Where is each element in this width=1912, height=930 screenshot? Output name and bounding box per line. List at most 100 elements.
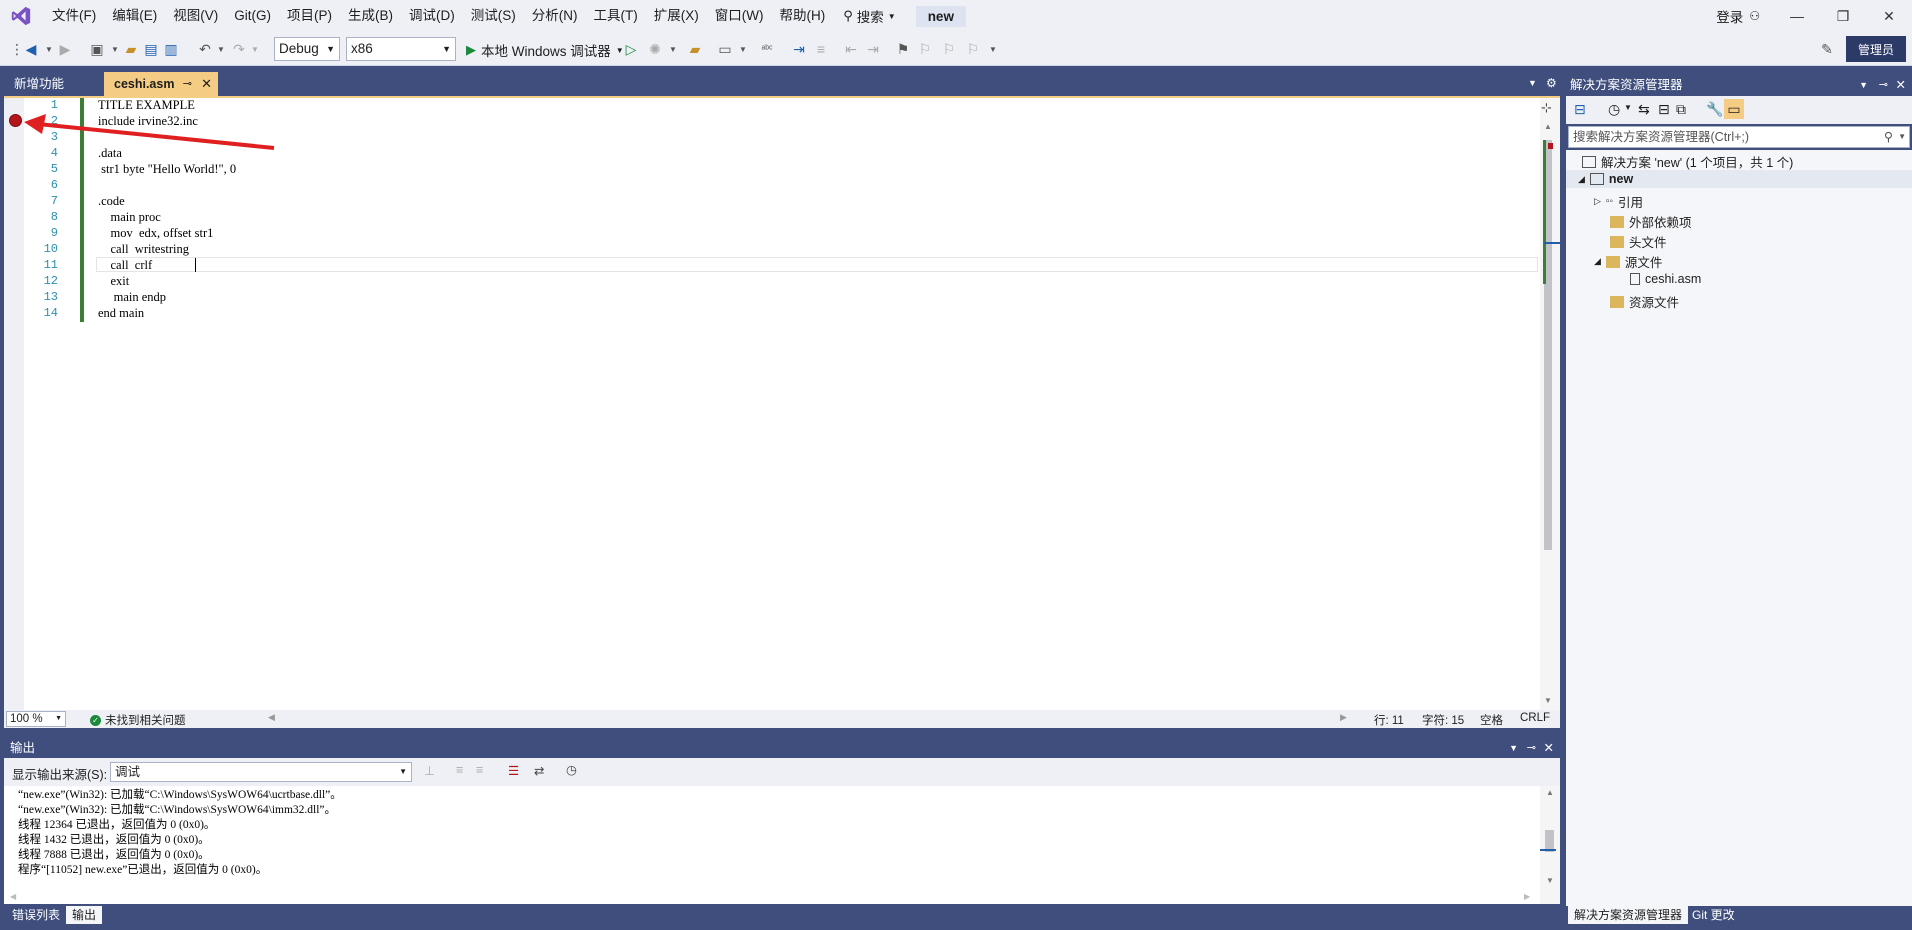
code-line[interactable]: str1 byte "Hello World!", 0 (98, 162, 236, 177)
tree-external-deps[interactable]: 外部依赖项 (1610, 212, 1692, 231)
menu-help[interactable]: 帮助(H) (771, 0, 833, 32)
new-project-icon[interactable]: ▣ (88, 40, 106, 58)
code-line[interactable]: call writestring (98, 242, 189, 257)
open-file-icon[interactable]: ▰ (122, 40, 140, 58)
previous-message-icon[interactable]: ≡ (456, 763, 463, 777)
navigate-back-icon[interactable]: ◀ (22, 40, 40, 58)
pending-changes-filter-icon[interactable]: ◷ (1608, 101, 1620, 118)
panel-menu-icon[interactable]: ▼ (1509, 738, 1518, 758)
switch-views-icon[interactable]: ⊟ (1574, 101, 1586, 118)
collapse-all-icon[interactable]: ⊟ (1658, 101, 1670, 118)
login-button[interactable]: 登录 ⚇ (1716, 6, 1760, 26)
tree-references[interactable]: ▷ ▫◦ 引用 (1594, 192, 1643, 211)
line-indicator[interactable]: 行: 11 (1374, 712, 1404, 728)
output-source-select[interactable]: 调试 ▼ (110, 762, 412, 782)
menu-project[interactable]: 项目(P) (279, 0, 340, 32)
tab-list-dropdown-icon[interactable]: ▼ (1528, 78, 1537, 88)
comment-icon[interactable]: ≡ (812, 40, 830, 58)
next-message-icon[interactable]: ≡ (476, 763, 483, 777)
find-message-icon[interactable]: ⊥ (424, 763, 435, 778)
output-scrollbar[interactable]: ▲ ▼ (1540, 786, 1560, 904)
menu-extensions[interactable]: 扩展(X) (646, 0, 707, 32)
menu-build[interactable]: 生成(B) (340, 0, 401, 32)
code-line[interactable]: main proc (98, 210, 161, 225)
menu-edit[interactable]: 编辑(E) (104, 0, 165, 32)
scroll-left-icon[interactable]: ◀ (10, 892, 16, 901)
feedback-icon[interactable]: ✎ (1818, 40, 1836, 58)
hot-reload-dropdown-icon[interactable]: ▼ (664, 40, 682, 58)
search-icon[interactable]: ⚲ (1884, 127, 1893, 147)
line-ending-indicator[interactable]: CRLF (1520, 712, 1550, 724)
spell-check-icon[interactable]: ᵃᵇᶜ (758, 40, 776, 58)
start-without-debugging-icon[interactable]: ▷ (622, 40, 640, 58)
redo-dropdown-icon[interactable]: ▼ (246, 40, 264, 58)
show-all-files-icon[interactable]: ⧉ (1676, 101, 1686, 118)
scroll-right-icon[interactable]: ▶ (1340, 712, 1347, 723)
tab-output[interactable]: 输出 (66, 906, 103, 924)
sync-icon[interactable]: ⇆ (1638, 101, 1650, 118)
scroll-left-icon[interactable]: ◀ (268, 712, 275, 723)
menu-file[interactable]: 文件(F) (44, 0, 104, 32)
clear-all-icon[interactable]: ☰ (508, 763, 519, 778)
previous-bookmark-icon[interactable]: ⚐ (916, 40, 934, 58)
step-into-icon[interactable]: ⇥ (790, 40, 808, 58)
search-button[interactable]: ⚲ 搜索 ▼ (833, 6, 905, 26)
browse-folder-icon[interactable]: ▰ (686, 40, 704, 58)
code-line[interactable]: main endp (98, 290, 166, 305)
configuration-select[interactable]: Debug ▼ (274, 37, 340, 61)
scroll-down-icon[interactable]: ▼ (1546, 876, 1554, 885)
code-line[interactable]: .code (98, 194, 125, 209)
pin-icon[interactable]: ⊸ (1527, 738, 1536, 758)
whitespace-indicator[interactable]: 空格 (1480, 712, 1503, 728)
pin-icon[interactable]: ⊸ (183, 72, 192, 96)
clear-bookmarks-icon[interactable]: ⚐ (964, 40, 982, 58)
code-line[interactable]: call crlf (98, 258, 153, 273)
preview-selected-icon[interactable]: ▭ (1724, 99, 1744, 119)
tab-solution-explorer[interactable]: 解决方案资源管理器 (1568, 906, 1689, 924)
toolbar-overflow-icon[interactable]: ▼ (984, 40, 1002, 58)
menu-debug[interactable]: 调试(D) (401, 0, 463, 32)
char-indicator[interactable]: 字符: 15 (1422, 712, 1464, 728)
save-icon[interactable]: ▤ (142, 40, 160, 58)
layout-dropdown-icon[interactable]: ▼ (734, 40, 752, 58)
properties-icon[interactable]: 🔧 (1706, 101, 1723, 118)
code-line[interactable]: exit (98, 274, 130, 289)
scroll-up-icon[interactable]: ▲ (1546, 788, 1554, 797)
word-wrap-icon[interactable]: ⇄ (534, 763, 544, 778)
start-debugging-button[interactable]: ▶ 本地 Windows 调试器 ▼ (466, 40, 624, 60)
tree-solution[interactable]: 解决方案 'new' (1 个项目，共 1 个) (1582, 152, 1793, 171)
menu-tools[interactable]: 工具(T) (586, 0, 646, 32)
split-editor-icon[interactable]: ⊹ (1541, 100, 1552, 116)
tab-git-changes[interactable]: Git 更改 (1686, 906, 1741, 924)
close-icon[interactable]: ✕ (1896, 74, 1906, 96)
restore-button[interactable]: ❐ (1820, 0, 1866, 32)
issues-indicator[interactable]: ✓ 未找到相关问题 (90, 712, 186, 728)
menu-git[interactable]: Git(G) (226, 0, 279, 32)
close-window-button[interactable]: ✕ (1866, 0, 1912, 32)
output-text-area[interactable]: “new.exe”(Win32): 已加载“C:\Windows\SysWOW6… (4, 786, 1560, 904)
code-editor[interactable] (4, 98, 1560, 710)
chevron-down-icon[interactable]: ▼ (1898, 127, 1906, 147)
close-icon[interactable]: ✕ (1544, 738, 1554, 758)
scroll-up-icon[interactable]: ▲ (1544, 122, 1552, 131)
code-line[interactable]: end main (98, 306, 144, 321)
tab-ceshi-asm[interactable]: ceshi.asm ⊸ ✕ (104, 72, 218, 96)
solution-search-input[interactable]: 搜索解决方案资源管理器(Ctrl+;) ⚲ ▼ (1568, 126, 1910, 148)
menu-view[interactable]: 视图(V) (165, 0, 226, 32)
zoom-select[interactable]: 100 % ▼ (6, 711, 66, 727)
tree-source-files[interactable]: ◢ 源文件 (1594, 252, 1662, 271)
panel-menu-icon[interactable]: ▼ (1859, 74, 1868, 96)
menu-analyze[interactable]: 分析(N) (524, 0, 586, 32)
indent-icon[interactable]: ⇤ (842, 40, 860, 58)
tree-header-files[interactable]: 头文件 (1610, 232, 1667, 251)
save-all-icon[interactable]: ▥ (162, 40, 180, 58)
tree-resource-files[interactable]: 资源文件 (1610, 292, 1679, 311)
navigate-forward-icon[interactable]: ▶ (56, 40, 74, 58)
minimize-button[interactable]: — (1774, 0, 1820, 32)
tab-new-features[interactable]: 新增功能 (4, 72, 104, 96)
settings-gear-icon[interactable]: ⚙ (1546, 76, 1557, 90)
close-icon[interactable]: ✕ (201, 72, 212, 96)
tree-project-new[interactable]: ◢ new (1578, 172, 1633, 186)
chevron-down-icon[interactable]: ▼ (1624, 103, 1632, 112)
code-line[interactable]: mov edx, offset str1 (98, 226, 214, 241)
